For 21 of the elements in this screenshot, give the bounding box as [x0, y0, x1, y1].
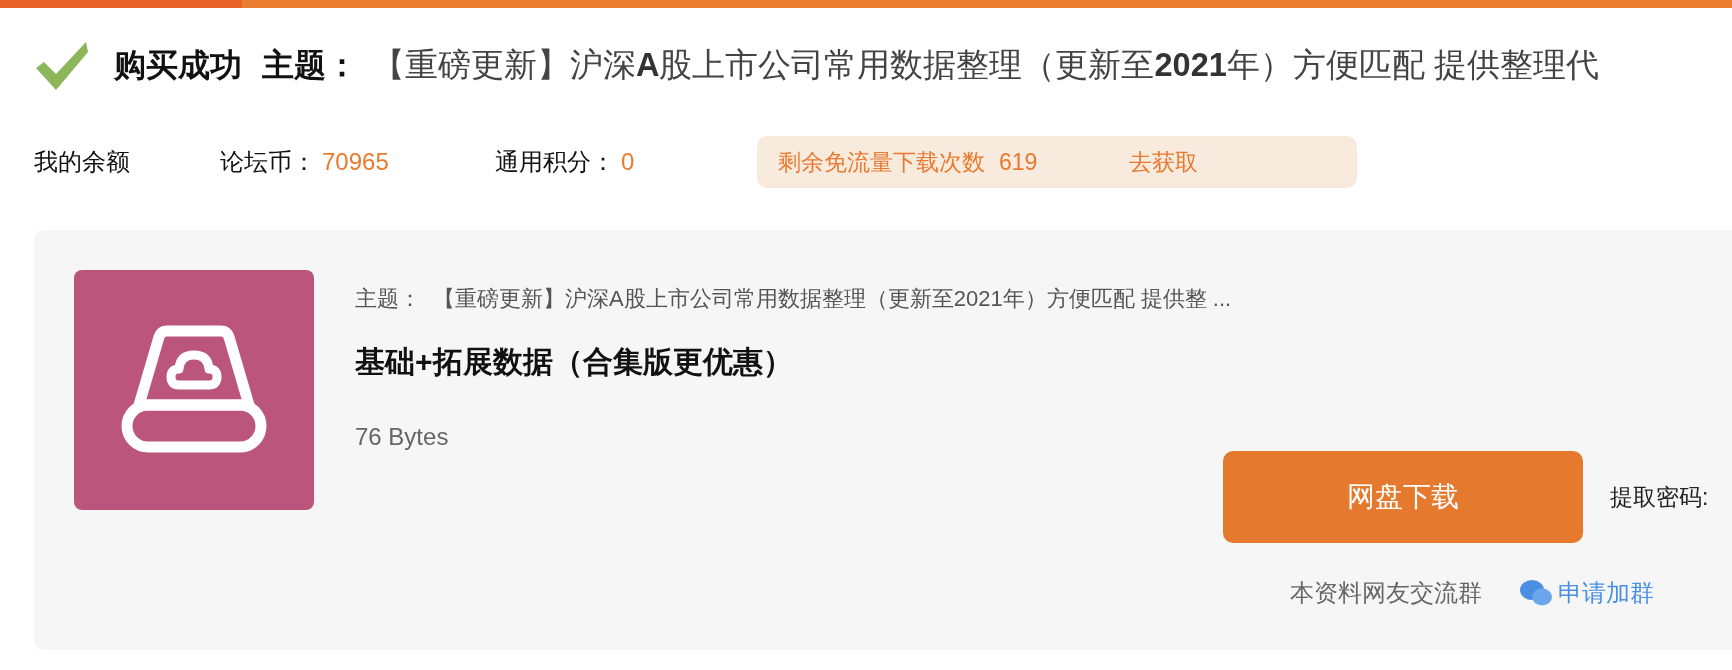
status-text: 购买成功 — [114, 46, 242, 85]
get-more-link[interactable]: 去获取 — [1129, 146, 1199, 178]
download-button[interactable]: 网盘下载 — [1223, 451, 1583, 543]
balance-item-label: 通用积分： — [495, 147, 615, 177]
topic-title: 【重磅更新】沪深A股上市公司常用数据整理（更新至2021年）方便匹配 提供整理代 — [372, 46, 1599, 85]
topic-label: 主题： — [262, 46, 358, 85]
resource-title: 基础+拓展数据（合集版更优惠） — [355, 344, 794, 380]
topic-title: 【重磅更新】沪深A股上市公司常用数据整理（更新至2021年）方便匹配 提供整 ... — [433, 285, 1232, 313]
join-group-link[interactable]: 申请加群 — [1558, 577, 1654, 609]
password-label: 提取密码: — [1610, 482, 1709, 512]
quota-value: 619 — [999, 148, 1038, 176]
group-label: 本资料网友交流群 — [1290, 578, 1482, 608]
quota-label: 剩余免流量下载次数 — [778, 147, 985, 177]
topic-label: 主题： — [355, 285, 421, 313]
balance-value: 70965 — [322, 148, 389, 176]
balance-label: 我的余额 — [34, 147, 131, 177]
file-size: 76 Bytes — [355, 423, 450, 451]
balance-item-label: 论坛币： — [220, 147, 316, 177]
cloud-drive-icon — [119, 325, 269, 455]
balance-value: 0 — [621, 148, 635, 176]
chat-bubbles-icon — [1520, 580, 1552, 606]
